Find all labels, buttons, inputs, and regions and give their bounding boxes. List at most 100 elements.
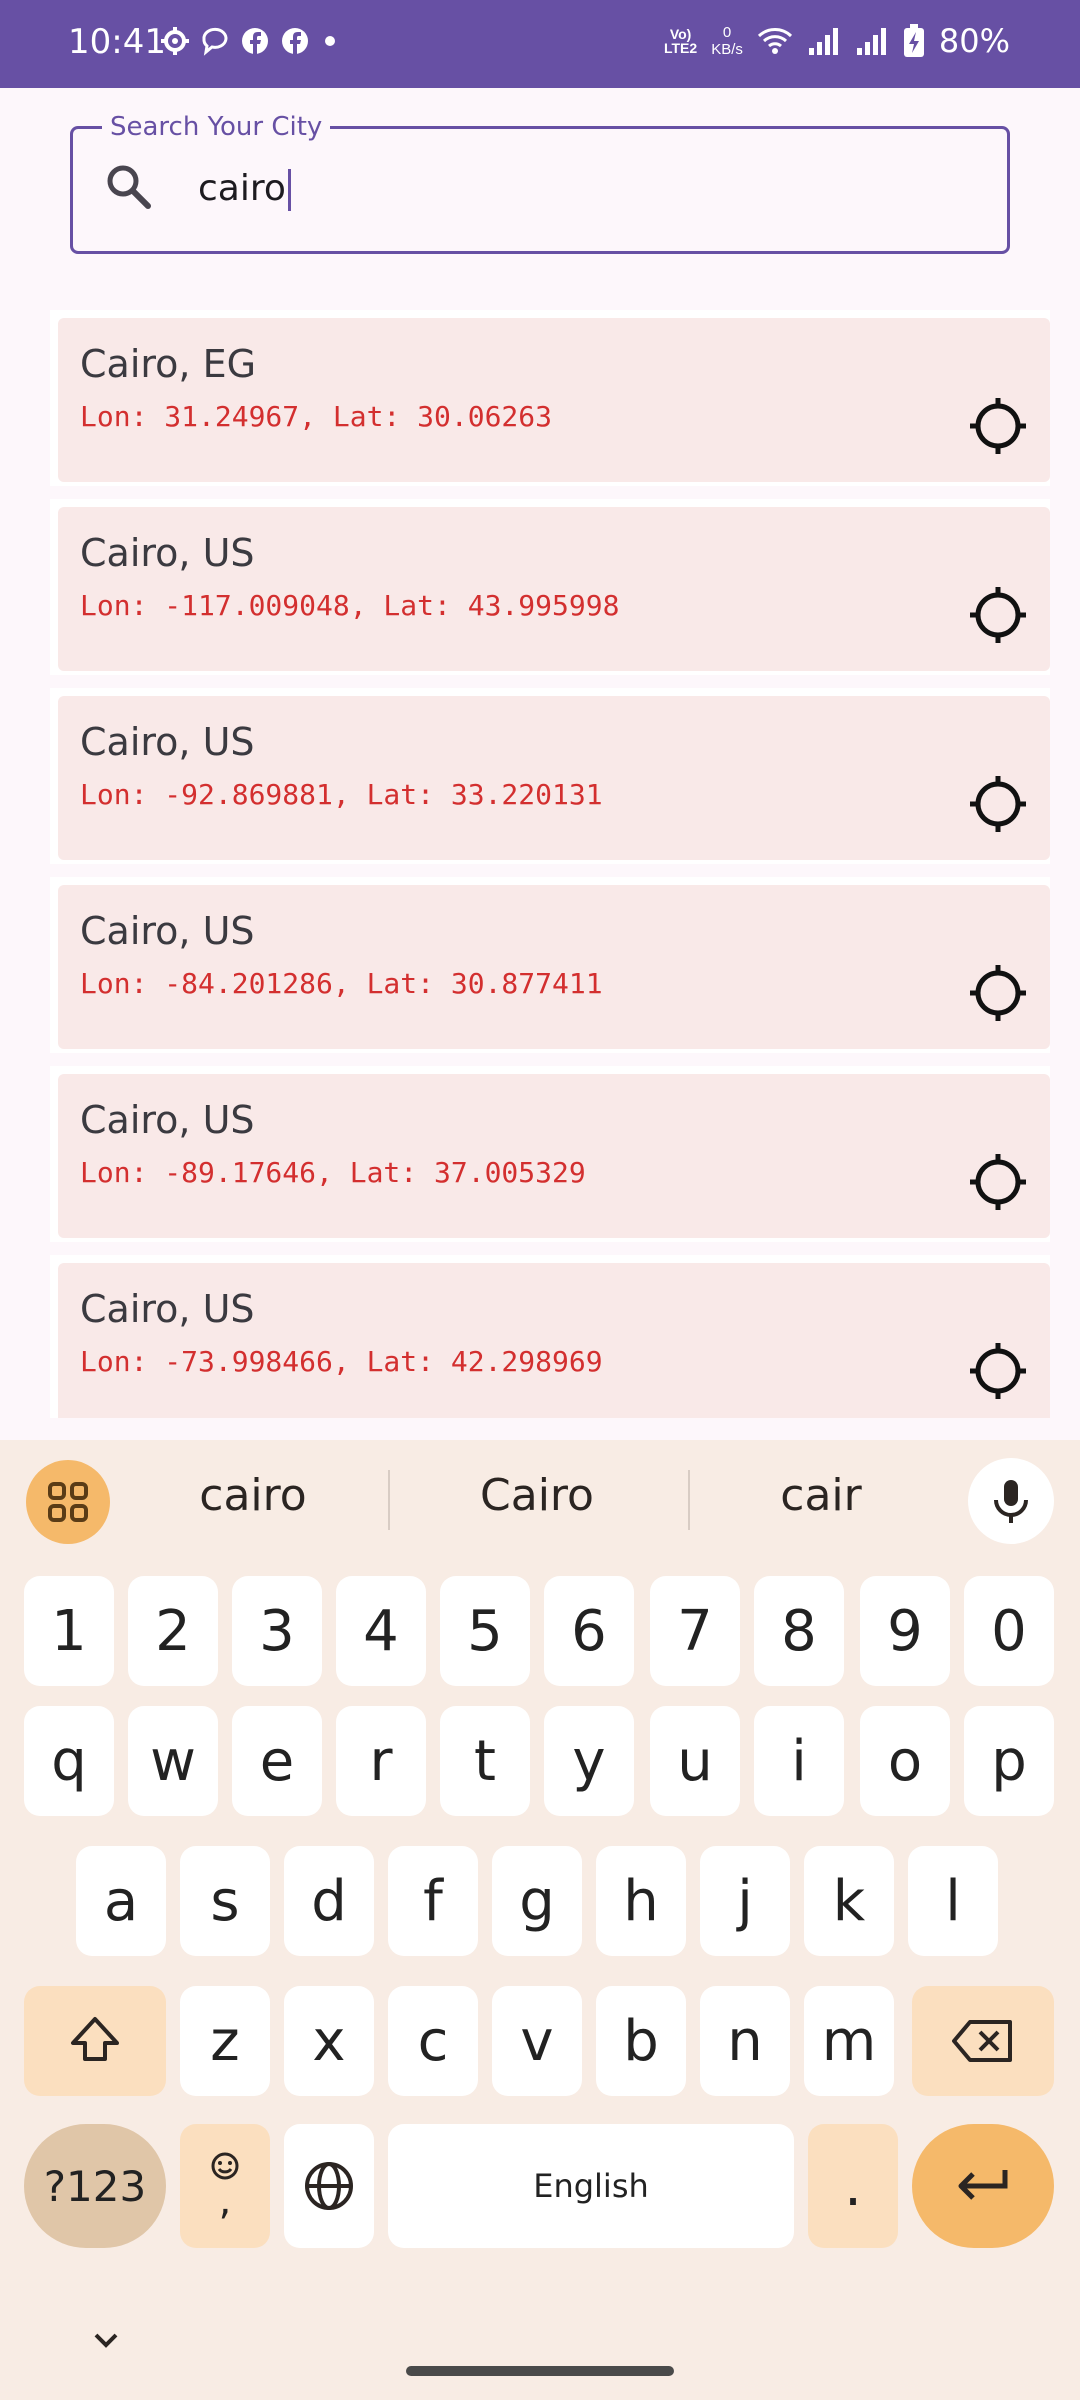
city-coordinates: Lon: -73.998466, Lat: 42.298969: [80, 1345, 603, 1378]
text-caret: [287, 169, 291, 211]
key-q[interactable]: q: [24, 1706, 114, 1816]
key-2[interactable]: 2: [128, 1576, 218, 1686]
suggestion-2[interactable]: Cairo: [412, 1470, 662, 1521]
space-key[interactable]: English: [388, 2124, 794, 2248]
facebook-icon: [282, 28, 308, 54]
key-c[interactable]: c: [388, 1986, 478, 2096]
key-n[interactable]: n: [700, 1986, 790, 2096]
key-h[interactable]: h: [596, 1846, 686, 1956]
city-card[interactable]: Cairo, US Lon: -92.869881, Lat: 33.22013…: [58, 696, 1050, 860]
key-u[interactable]: u: [650, 1706, 740, 1816]
key-d[interactable]: d: [284, 1846, 374, 1956]
city-name: Cairo, US: [80, 1287, 255, 1331]
city-list: Cairo, EG Lon: 31.24967, Lat: 30.06263 C…: [50, 310, 1050, 1418]
enter-key[interactable]: [912, 2124, 1054, 2248]
list-item[interactable]: Cairo, US Lon: -89.17646, Lat: 37.005329: [50, 1066, 1050, 1242]
list-item[interactable]: Cairo, US Lon: -73.998466, Lat: 42.29896…: [50, 1255, 1050, 1418]
city-card[interactable]: Cairo, US Lon: -89.17646, Lat: 37.005329: [58, 1074, 1050, 1238]
key-o[interactable]: o: [860, 1706, 950, 1816]
key-5[interactable]: 5: [440, 1576, 530, 1686]
suggestion-3[interactable]: cair: [696, 1470, 946, 1521]
notification-icons: [160, 26, 340, 56]
key-4[interactable]: 4: [336, 1576, 426, 1686]
status-right: Vo) LTE2 0 KB/s 80%: [664, 22, 1010, 60]
key-r[interactable]: r: [336, 1706, 426, 1816]
key-b[interactable]: b: [596, 1986, 686, 2096]
key-w[interactable]: w: [128, 1706, 218, 1816]
location-target-icon[interactable]: [968, 963, 1028, 1023]
suggestion-divider: [388, 1470, 390, 1530]
signal-icon: [856, 28, 886, 55]
city-coordinates: Lon: -84.201286, Lat: 30.877411: [80, 967, 603, 1000]
key-a[interactable]: a: [76, 1846, 166, 1956]
key-j[interactable]: j: [700, 1846, 790, 1956]
key-1[interactable]: 1: [24, 1576, 114, 1686]
city-card[interactable]: Cairo, US Lon: -84.201286, Lat: 30.87741…: [58, 885, 1050, 1049]
location-target-icon[interactable]: [968, 1152, 1028, 1212]
location-target-icon[interactable]: [968, 1341, 1028, 1401]
key-l[interactable]: l: [908, 1846, 998, 1956]
key-g[interactable]: g: [492, 1846, 582, 1956]
city-coordinates: Lon: -92.869881, Lat: 33.220131: [80, 778, 603, 811]
key-i[interactable]: i: [754, 1706, 844, 1816]
location-target-icon[interactable]: [968, 585, 1028, 645]
list-item[interactable]: Cairo, US Lon: -117.009048, Lat: 43.9959…: [50, 499, 1050, 675]
city-card[interactable]: Cairo, US Lon: -117.009048, Lat: 43.9959…: [58, 507, 1050, 671]
key-t[interactable]: t: [440, 1706, 530, 1816]
status-bar: 10:41 Vo) LTE2 0 KB/s 80%: [0, 0, 1080, 88]
shift-key[interactable]: [24, 1986, 166, 2096]
search-label: Search Your City: [102, 112, 331, 142]
chat-icon: [202, 27, 228, 56]
key-z[interactable]: z: [180, 1986, 270, 2096]
navigation-bar: [0, 2300, 1080, 2400]
comma-label: ,: [218, 2178, 232, 2224]
key-7[interactable]: 7: [650, 1576, 740, 1686]
key-v[interactable]: v: [492, 1986, 582, 2096]
city-card[interactable]: Cairo, EG Lon: 31.24967, Lat: 30.06263: [58, 318, 1050, 482]
suggestion-strip: cairo Cairo cair: [0, 1440, 1080, 1560]
key-3[interactable]: 3: [232, 1576, 322, 1686]
home-gesture-bar[interactable]: [406, 2366, 674, 2376]
key-e[interactable]: e: [232, 1706, 322, 1816]
emoji-icon: [211, 2152, 239, 2180]
list-item[interactable]: Cairo, EG Lon: 31.24967, Lat: 30.06263: [50, 310, 1050, 486]
period-key[interactable]: .: [808, 2124, 898, 2248]
suggestion-1[interactable]: cairo: [128, 1470, 378, 1521]
key-y[interactable]: y: [544, 1706, 634, 1816]
key-8[interactable]: 8: [754, 1576, 844, 1686]
keyboard-apps-button[interactable]: [26, 1460, 110, 1544]
volte-indicator: Vo) LTE2: [663, 26, 698, 56]
city-name: Cairo, US: [80, 720, 255, 764]
list-item[interactable]: Cairo, US Lon: -92.869881, Lat: 33.22013…: [50, 688, 1050, 864]
emoji-comma-key[interactable]: ,: [180, 2124, 270, 2248]
location-target-icon[interactable]: [968, 774, 1028, 834]
list-item[interactable]: Cairo, US Lon: -84.201286, Lat: 30.87741…: [50, 877, 1050, 1053]
language-key[interactable]: [284, 2124, 374, 2248]
speed-value: 0: [722, 24, 732, 41]
key-s[interactable]: s: [180, 1846, 270, 1956]
location-target-icon[interactable]: [968, 396, 1028, 456]
dot-icon: [325, 36, 335, 46]
search-field-value[interactable]: cairo: [198, 168, 291, 211]
voice-input-button[interactable]: [968, 1458, 1054, 1544]
key-p[interactable]: p: [964, 1706, 1054, 1816]
key-6[interactable]: 6: [544, 1576, 634, 1686]
key-k[interactable]: k: [804, 1846, 894, 1956]
symbols-key[interactable]: ?123: [24, 2124, 166, 2248]
chevron-down-icon[interactable]: [88, 2322, 124, 2358]
search-value: cairo: [198, 168, 286, 209]
city-coordinates: Lon: -89.17646, Lat: 37.005329: [80, 1156, 586, 1189]
wifi-icon: [757, 28, 792, 54]
microphone-icon: [994, 1480, 1028, 1523]
city-name: Cairo, US: [80, 1098, 255, 1142]
city-coordinates: Lon: -117.009048, Lat: 43.995998: [80, 589, 620, 622]
key-m[interactable]: m: [804, 1986, 894, 2096]
suggestion-divider: [688, 1470, 690, 1530]
key-0[interactable]: 0: [964, 1576, 1054, 1686]
backspace-key[interactable]: [912, 1986, 1054, 2096]
enter-icon: [958, 2170, 1008, 2200]
key-f[interactable]: f: [388, 1846, 478, 1956]
city-card[interactable]: Cairo, US Lon: -73.998466, Lat: 42.29896…: [58, 1263, 1050, 1418]
key-x[interactable]: x: [284, 1986, 374, 2096]
key-9[interactable]: 9: [860, 1576, 950, 1686]
